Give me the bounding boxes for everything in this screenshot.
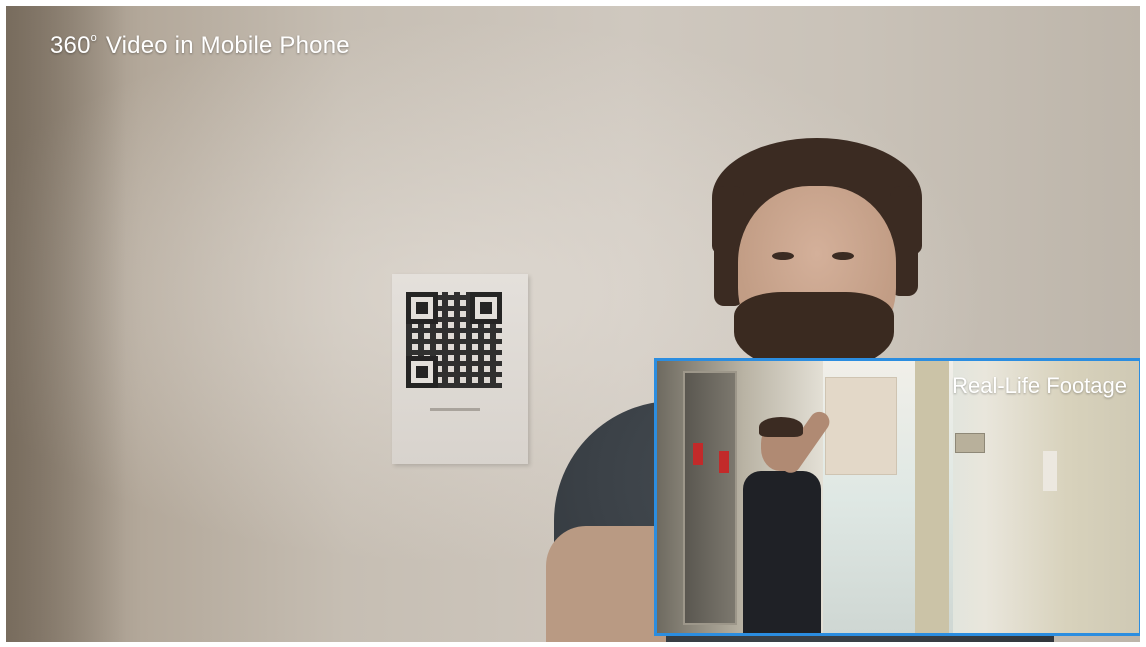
title-number: 360 <box>50 32 91 59</box>
person-eye <box>772 252 794 260</box>
inset-video: Real-Life Footage <box>654 358 1140 636</box>
qr-finder-pattern <box>470 292 502 324</box>
qr-finder-pattern <box>406 292 438 324</box>
inset-man-hair <box>759 417 803 437</box>
inset-doorframe <box>915 361 949 633</box>
inset-label: Real-Life Footage <box>952 373 1127 398</box>
poster-caption-line <box>430 408 480 411</box>
video-frame: 360o Video in Mobile Phone Real-Life Foo… <box>6 6 1140 642</box>
video-title: 360o Video in Mobile Phone <box>50 32 350 60</box>
inset-red-sign <box>693 443 703 465</box>
inset-door <box>683 371 737 625</box>
degree-symbol: o <box>90 32 97 44</box>
wall-shadow <box>6 6 126 642</box>
inset-held-paper <box>825 377 897 475</box>
qr-poster <box>392 274 528 464</box>
inset-man-body <box>743 471 821 633</box>
person-eye <box>832 252 854 260</box>
title-text: Video in Mobile Phone <box>105 32 350 59</box>
inset-red-sign <box>719 451 729 473</box>
person-arm <box>546 526 666 642</box>
qr-code-icon <box>406 292 502 388</box>
inset-thermostat <box>955 433 985 453</box>
qr-finder-pattern <box>406 356 438 388</box>
inset-small-poster <box>1043 451 1057 491</box>
